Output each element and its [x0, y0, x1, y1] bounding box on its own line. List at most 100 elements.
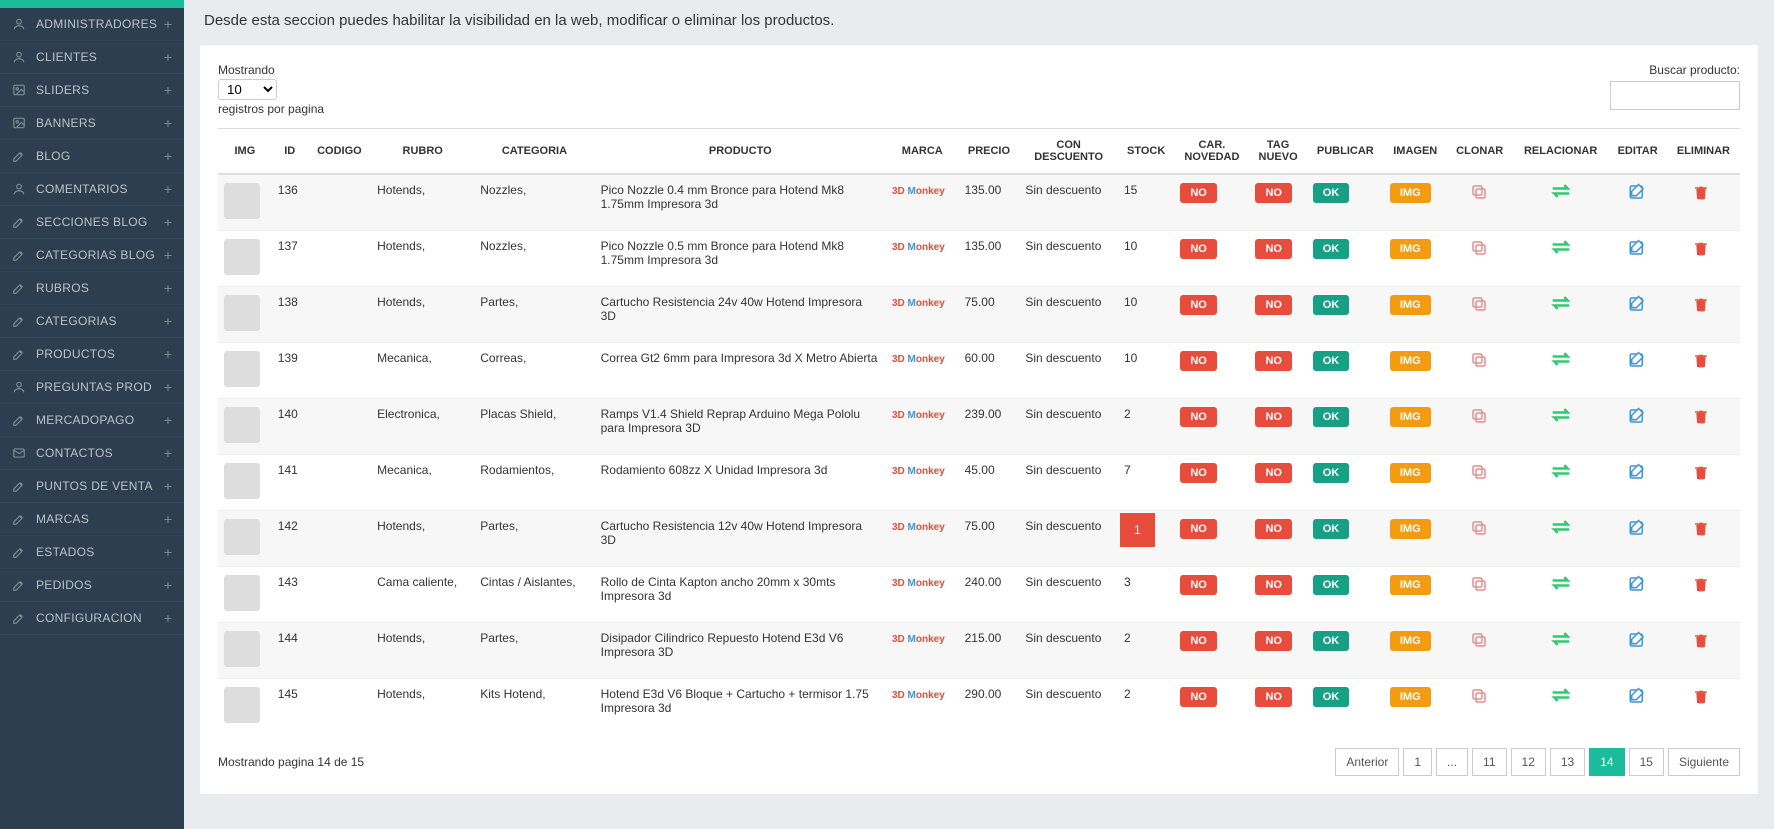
edit-icon[interactable] — [1628, 239, 1648, 257]
clone-icon[interactable] — [1470, 407, 1490, 425]
delete-icon[interactable] — [1693, 407, 1713, 425]
delete-icon[interactable] — [1693, 463, 1713, 481]
sidebar-item-rubros[interactable]: RUBROS + — [0, 272, 184, 305]
col-rubro[interactable]: RUBRO — [371, 129, 474, 175]
imagen-button[interactable]: IMG — [1390, 351, 1431, 371]
relate-icon[interactable] — [1551, 183, 1571, 199]
imagen-button[interactable]: IMG — [1390, 239, 1431, 259]
page-next[interactable]: Siguiente — [1668, 748, 1740, 776]
sidebar-item-configuracion[interactable]: CONFIGURACION + — [0, 602, 184, 635]
delete-icon[interactable] — [1693, 631, 1713, 649]
clone-icon[interactable] — [1470, 631, 1490, 649]
relate-icon[interactable] — [1551, 463, 1571, 479]
sidebar-item-estados[interactable]: ESTADOS + — [0, 536, 184, 569]
tag-nuevo-toggle[interactable]: NO — [1255, 687, 1292, 707]
sidebar-item-puntos-de-venta[interactable]: PUNTOS DE VENTA + — [0, 470, 184, 503]
col-codigo[interactable]: CODIGO — [308, 129, 371, 175]
relate-icon[interactable] — [1551, 295, 1571, 311]
page-13[interactable]: 13 — [1550, 748, 1585, 776]
novedad-toggle[interactable]: NO — [1180, 295, 1217, 315]
tag-nuevo-toggle[interactable]: NO — [1255, 239, 1292, 259]
tag-nuevo-toggle[interactable]: NO — [1255, 351, 1292, 371]
edit-icon[interactable] — [1628, 463, 1648, 481]
imagen-button[interactable]: IMG — [1390, 407, 1431, 427]
sidebar-item-clientes[interactable]: CLIENTES + — [0, 41, 184, 74]
clone-icon[interactable] — [1470, 239, 1490, 257]
sidebar-item-pedidos[interactable]: PEDIDOS + — [0, 569, 184, 602]
publicar-toggle[interactable]: OK — [1313, 239, 1350, 259]
clone-icon[interactable] — [1470, 183, 1490, 201]
sidebar-item-marcas[interactable]: MARCAS + — [0, 503, 184, 536]
sidebar-item-banners[interactable]: BANNERS + — [0, 107, 184, 140]
imagen-button[interactable]: IMG — [1390, 631, 1431, 651]
page-prev[interactable]: Anterior — [1335, 748, 1399, 776]
page-1[interactable]: 1 — [1403, 748, 1432, 776]
tag-nuevo-toggle[interactable]: NO — [1255, 407, 1292, 427]
delete-icon[interactable] — [1693, 687, 1713, 705]
novedad-toggle[interactable]: NO — [1180, 519, 1217, 539]
col-precio[interactable]: PRECIO — [959, 129, 1020, 175]
publicar-toggle[interactable]: OK — [1313, 631, 1350, 651]
sidebar-item-contactos[interactable]: CONTACTOS + — [0, 437, 184, 470]
page-12[interactable]: 12 — [1511, 748, 1546, 776]
novedad-toggle[interactable]: NO — [1180, 687, 1217, 707]
imagen-button[interactable]: IMG — [1390, 463, 1431, 483]
novedad-toggle[interactable]: NO — [1180, 463, 1217, 483]
edit-icon[interactable] — [1628, 183, 1648, 201]
tag-nuevo-toggle[interactable]: NO — [1255, 463, 1292, 483]
delete-icon[interactable] — [1693, 351, 1713, 369]
delete-icon[interactable] — [1693, 239, 1713, 257]
clone-icon[interactable] — [1470, 575, 1490, 593]
tag-nuevo-toggle[interactable]: NO — [1255, 519, 1292, 539]
sidebar-item-sliders[interactable]: SLIDERS + — [0, 74, 184, 107]
relate-icon[interactable] — [1551, 687, 1571, 703]
clone-icon[interactable] — [1470, 687, 1490, 705]
clone-icon[interactable] — [1470, 351, 1490, 369]
sidebar-item-categorias-blog[interactable]: CATEGORIAS BLOG + — [0, 239, 184, 272]
tag-nuevo-toggle[interactable]: NO — [1255, 183, 1292, 203]
records-select[interactable]: 10 — [218, 79, 277, 100]
clone-icon[interactable] — [1470, 295, 1490, 313]
publicar-toggle[interactable]: OK — [1313, 519, 1350, 539]
sidebar-item-productos[interactable]: PRODUCTOS + — [0, 338, 184, 371]
page-15[interactable]: 15 — [1629, 748, 1664, 776]
col-con-descuento[interactable]: CONDESCUENTO — [1019, 129, 1118, 175]
edit-icon[interactable] — [1628, 351, 1648, 369]
relate-icon[interactable] — [1551, 239, 1571, 255]
imagen-button[interactable]: IMG — [1390, 575, 1431, 595]
col-relacionar[interactable]: RELACIONAR — [1513, 129, 1609, 175]
edit-icon[interactable] — [1628, 575, 1648, 593]
edit-icon[interactable] — [1628, 687, 1648, 705]
col-stock[interactable]: STOCK — [1118, 129, 1174, 175]
publicar-toggle[interactable]: OK — [1313, 407, 1350, 427]
sidebar-item-preguntas-prod[interactable]: PREGUNTAS PROD + — [0, 371, 184, 404]
relate-icon[interactable] — [1551, 519, 1571, 535]
novedad-toggle[interactable]: NO — [1180, 239, 1217, 259]
imagen-button[interactable]: IMG — [1390, 519, 1431, 539]
relate-icon[interactable] — [1551, 351, 1571, 367]
delete-icon[interactable] — [1693, 575, 1713, 593]
relate-icon[interactable] — [1551, 407, 1571, 423]
relate-icon[interactable] — [1551, 631, 1571, 647]
imagen-button[interactable]: IMG — [1390, 183, 1431, 203]
delete-icon[interactable] — [1693, 183, 1713, 201]
sidebar-item-blog[interactable]: BLOG + — [0, 140, 184, 173]
sidebar-item-comentarios[interactable]: COMENTARIOS + — [0, 173, 184, 206]
publicar-toggle[interactable]: OK — [1313, 463, 1350, 483]
col-id[interactable]: ID — [272, 129, 308, 175]
col-editar[interactable]: EDITAR — [1608, 129, 1666, 175]
col-car-novedad[interactable]: CAR.NOVEDAD — [1174, 129, 1249, 175]
publicar-toggle[interactable]: OK — [1313, 351, 1350, 371]
col-eliminar[interactable]: ELIMINAR — [1667, 129, 1740, 175]
imagen-button[interactable]: IMG — [1390, 687, 1431, 707]
page-14[interactable]: 14 — [1589, 748, 1624, 776]
page-11[interactable]: 11 — [1472, 748, 1506, 776]
novedad-toggle[interactable]: NO — [1180, 575, 1217, 595]
delete-icon[interactable] — [1693, 295, 1713, 313]
novedad-toggle[interactable]: NO — [1180, 351, 1217, 371]
clone-icon[interactable] — [1470, 519, 1490, 537]
delete-icon[interactable] — [1693, 519, 1713, 537]
edit-icon[interactable] — [1628, 295, 1648, 313]
col-tag-nuevo[interactable]: TAGNUEVO — [1249, 129, 1306, 175]
search-input[interactable] — [1610, 81, 1740, 110]
